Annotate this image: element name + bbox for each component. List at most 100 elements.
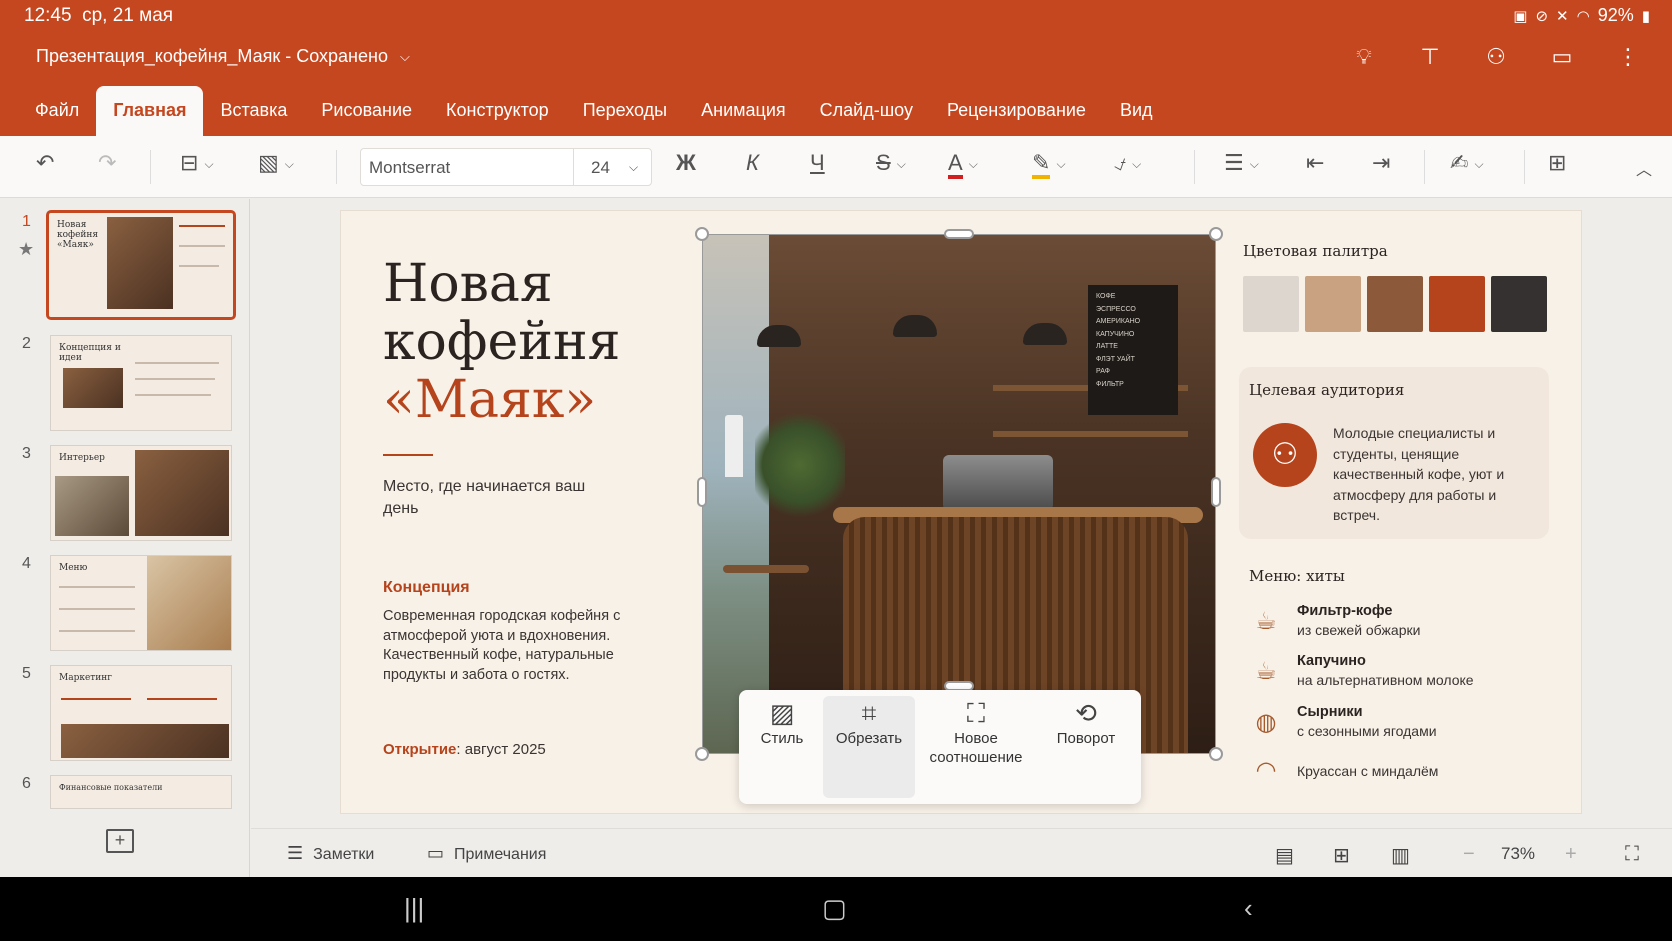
bullets-button[interactable]: ☰ ⌵: [1224, 150, 1259, 176]
slide-thumbnail-3[interactable]: Интерьер: [50, 445, 232, 541]
tab-file[interactable]: Файл: [18, 86, 96, 136]
tab-view[interactable]: Вид: [1103, 86, 1170, 136]
tab-home[interactable]: Главная: [96, 86, 204, 136]
opening-value: : август 2025: [456, 741, 546, 758]
resize-handle[interactable]: [697, 477, 707, 507]
home-icon[interactable]: ▢: [822, 893, 847, 924]
tab-design[interactable]: Конструктор: [429, 86, 566, 136]
slide-sorter-icon[interactable]: ⊞: [1333, 843, 1350, 868]
menu-item-desc: из свежей обжарки: [1297, 622, 1421, 638]
tab-animations[interactable]: Анимация: [684, 86, 803, 136]
strikethrough-button[interactable]: S ⌵: [876, 150, 906, 176]
layout-button[interactable]: ⊟ ⌵: [180, 150, 214, 176]
thumbnail-text: [135, 362, 219, 364]
zoom-level[interactable]: 73%: [1501, 844, 1535, 864]
chevron-down-icon: ⌵: [284, 156, 294, 171]
tab-slideshow[interactable]: Слайд-шоу: [803, 86, 930, 136]
back-icon[interactable]: ‹: [1244, 893, 1253, 924]
slide-thumbnail-5[interactable]: Маркетинг: [50, 665, 232, 761]
slide-canvas[interactable]: Новая кофейня «Маяк» Место, где начинает…: [341, 211, 1581, 813]
rotate-button[interactable]: ⟲ Поворот: [1039, 696, 1133, 798]
selection-outline: [702, 234, 1216, 754]
text-effects-button[interactable]: ✍ ⌵: [1450, 150, 1484, 176]
status-time: 12:45 ср, 21 мая: [24, 5, 174, 26]
normal-view-icon[interactable]: ▤: [1275, 843, 1294, 868]
thumbnail-palette: [179, 225, 225, 227]
aspect-ratio-icon: ⛶: [966, 698, 986, 728]
font-picker[interactable]: Montserrat 24 ⌵: [360, 148, 652, 186]
bold-button[interactable]: Ж: [676, 150, 696, 176]
more-options-icon[interactable]: ⋮: [1614, 44, 1642, 70]
tab-review[interactable]: Рецензирование: [930, 86, 1103, 136]
slide-thumbnail-1[interactable]: Новая кофейня «Маяк»: [46, 210, 236, 320]
divider: [1524, 150, 1525, 184]
opening-label: Открытие: [383, 741, 457, 758]
ribbon-tabs: Файл Главная Вставка Рисование Конструкт…: [18, 86, 1170, 136]
thumbnail-image: [147, 556, 231, 650]
thumbnail-title: Маркетинг: [59, 673, 112, 683]
undo-icon[interactable]: ↶: [36, 150, 54, 176]
designer-icon[interactable]: ⊞: [1548, 150, 1566, 176]
notes-button[interactable]: ☰ Заметки: [287, 843, 374, 864]
italic-button[interactable]: К: [746, 150, 759, 176]
plate-icon: ◍: [1255, 709, 1277, 736]
underline-button[interactable]: Ч: [810, 150, 825, 176]
fit-to-window-icon[interactable]: ⛶: [1625, 843, 1639, 866]
highlight-button[interactable]: ✎ ⌵: [1032, 150, 1066, 179]
thumbnail-text: [135, 394, 211, 396]
croissant-icon: ◠: [1255, 757, 1277, 784]
resize-handle[interactable]: [944, 229, 974, 239]
format-painter-icon: ⍻: [1114, 150, 1127, 175]
share-icon[interactable]: ⚇: [1482, 44, 1510, 70]
chevron-down-icon[interactable]: ⌵: [629, 160, 638, 175]
document-title[interactable]: Презентация_кофейня_Маяк - Сохранено ⌵: [36, 46, 410, 67]
font-size-field[interactable]: 24: [591, 158, 610, 178]
style-button[interactable]: ▨ Стиль: [747, 696, 817, 798]
comment-icon[interactable]: ▭: [1548, 44, 1576, 70]
resize-handle[interactable]: [1211, 477, 1221, 507]
palette-heading: Цветовая палитра: [1243, 242, 1388, 260]
zoom-out-icon[interactable]: −: [1463, 843, 1475, 866]
resize-handle[interactable]: [1209, 227, 1223, 241]
font-name-field[interactable]: Montserrat: [369, 158, 450, 178]
aspect-ratio-button[interactable]: ⛶ Новое соотношение: [921, 696, 1031, 798]
status-indicators: ▣ ⊘ ✕ ◠ 92% ▮: [1513, 5, 1650, 26]
slide-thumbnail-4[interactable]: Меню: [50, 555, 232, 651]
crop-button[interactable]: ⌗ Обрезать: [823, 696, 915, 798]
audience-heading: Целевая аудитория: [1249, 381, 1405, 399]
picture-style-icon: ▨: [769, 698, 795, 728]
zoom-in-icon[interactable]: +: [1565, 843, 1577, 866]
coffee-cup-icon: ☕: [1255, 608, 1277, 635]
font-color-button[interactable]: A ⌵: [948, 150, 978, 179]
slide-thumbnail-6[interactable]: Финансовые показатели: [50, 775, 232, 809]
comments-button[interactable]: ▭ Примечания: [427, 843, 546, 864]
redo-icon[interactable]: ↷: [98, 150, 116, 176]
font-color-icon: A: [948, 150, 963, 179]
increase-indent-icon[interactable]: ⇥: [1372, 150, 1390, 176]
slide-thumbnail-2[interactable]: Концепция и идеи: [50, 335, 232, 431]
tab-draw[interactable]: Рисование: [304, 86, 429, 136]
chevron-down-icon: ⌵: [1132, 156, 1142, 171]
palette-swatch: [1305, 276, 1361, 332]
recent-apps-icon[interactable]: |||: [404, 893, 424, 924]
thumbnail-text: [135, 378, 215, 380]
tab-transitions[interactable]: Переходы: [566, 86, 684, 136]
resize-handle[interactable]: [695, 227, 709, 241]
thumbnail-title: Концепция и идеи: [59, 343, 121, 363]
resize-handle[interactable]: [695, 747, 709, 761]
add-slide-button[interactable]: +: [106, 829, 134, 853]
lightbulb-icon[interactable]: 💡︎: [1350, 44, 1378, 70]
thumbnail-image: [61, 724, 229, 758]
new-slide-button[interactable]: ▧ ⌵: [258, 150, 294, 176]
clear-format-button[interactable]: ⍻ ⌵: [1114, 150, 1141, 176]
decrease-indent-icon[interactable]: ⇤: [1306, 150, 1324, 176]
palette-swatch: [1243, 276, 1299, 332]
collapse-ribbon-icon[interactable]: ︿: [1636, 156, 1652, 180]
document-title-text: Презентация_кофейня_Маяк - Сохранено: [36, 46, 388, 66]
reading-view-icon[interactable]: ▥: [1391, 843, 1410, 868]
tab-insert[interactable]: Вставка: [203, 86, 304, 136]
thumbnail-text: [59, 630, 135, 632]
resize-handle[interactable]: [1209, 747, 1223, 761]
concept-heading: Концепция: [383, 579, 470, 596]
present-icon[interactable]: ⊤: [1416, 44, 1444, 70]
